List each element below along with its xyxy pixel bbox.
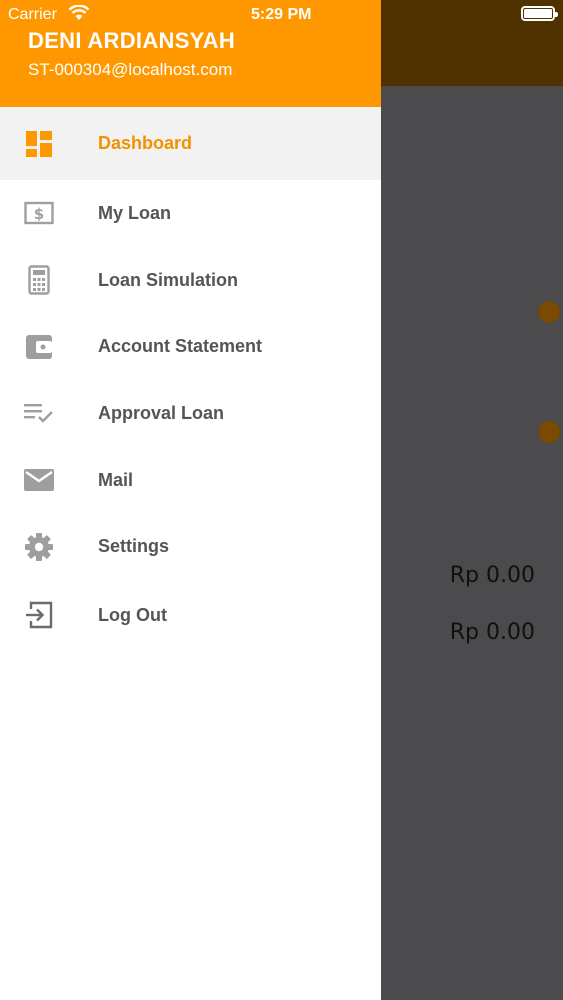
menu-item-loan-simulation[interactable]: Loan Simulation — [0, 247, 381, 314]
dashboard-icon — [24, 129, 54, 159]
menu-label: Account Statement — [98, 336, 263, 357]
user-name: DENI ARDIANSYAH — [28, 28, 236, 53]
menu-item-log-out[interactable]: Log Out — [0, 580, 381, 650]
menu-label: Log Out — [98, 604, 167, 625]
background-amount: Rp 0.00 — [449, 620, 535, 645]
calculator-icon — [24, 265, 54, 295]
menu-item-account-statement[interactable]: Account Statement — [0, 313, 381, 380]
clock: 5:29 PM — [251, 6, 312, 23]
background-dot — [538, 421, 560, 443]
money-icon: $ — [24, 198, 54, 228]
menu-label: Mail — [98, 469, 134, 490]
menu-label: Approval Loan — [98, 402, 225, 423]
menu-label: Settings — [98, 536, 170, 557]
gear-icon — [24, 532, 54, 562]
svg-text:$: $ — [34, 205, 44, 223]
menu-item-approval-loan[interactable]: Approval Loan — [0, 380, 381, 447]
menu-label: Dashboard — [98, 133, 193, 153]
checklist-icon — [24, 398, 54, 428]
navigation-drawer: DENI ARDIANSYAH ST-000304@localhost.com … — [0, 0, 381, 1000]
wallet-icon — [24, 332, 54, 362]
status-bar: Carrier 5:29 PM — [0, 0, 563, 30]
menu-label: My Loan — [98, 202, 172, 223]
menu-item-mail[interactable]: Mail — [0, 447, 381, 514]
user-email: ST-000304@localhost.com — [28, 60, 233, 79]
wifi-icon — [68, 5, 90, 20]
drawer-menu: Dashboard $ My Loan Loan Simulation Acco… — [0, 107, 381, 650]
menu-item-my-loan[interactable]: $ My Loan — [0, 180, 381, 247]
background-dot — [538, 301, 560, 323]
logout-icon — [24, 600, 54, 630]
menu-item-settings[interactable]: Settings — [0, 513, 381, 580]
battery-icon — [521, 6, 558, 21]
carrier-label: Carrier — [8, 6, 57, 23]
menu-label: Loan Simulation — [98, 269, 239, 290]
background-amount: Rp 0.00 — [449, 563, 535, 588]
screen: Rp 0.00 Rp 0.00 Carrier 5:29 PM DENI ARD… — [0, 0, 563, 1000]
menu-item-dashboard[interactable]: Dashboard — [0, 107, 381, 180]
mail-icon — [24, 465, 54, 495]
